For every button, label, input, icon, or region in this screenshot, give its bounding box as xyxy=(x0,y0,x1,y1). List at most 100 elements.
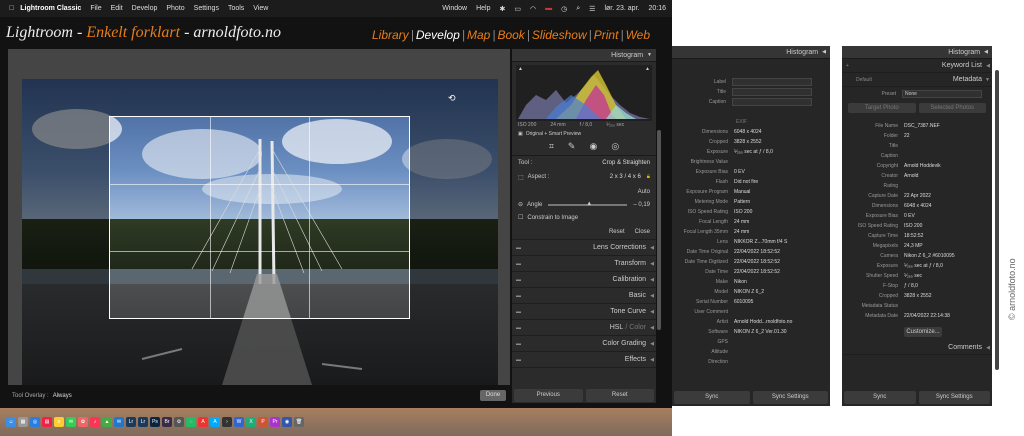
metadata-value[interactable]: ISO 200 xyxy=(904,223,922,229)
premiere-icon[interactable]: Pr xyxy=(270,417,280,427)
metadata-value[interactable]: Nikon Z 6_2 #6010095 xyxy=(904,253,955,259)
messages-icon[interactable]: ✉ xyxy=(66,417,76,427)
module-web[interactable]: Web xyxy=(626,28,650,42)
menu-develop[interactable]: Develop xyxy=(132,5,158,12)
menu-time[interactable]: 20:16 xyxy=(648,5,666,12)
menu-app-name[interactable]: Lightroom Classic xyxy=(20,5,81,12)
metadata-value[interactable]: 22/04/2022 22:14:38 xyxy=(904,313,950,319)
photoshop-icon[interactable]: Ps xyxy=(150,417,160,427)
title-field[interactable] xyxy=(732,88,812,96)
constrain-checkbox[interactable]: ☐ xyxy=(518,214,523,221)
previous-button[interactable]: Previous xyxy=(514,389,583,402)
module-map[interactable]: Map xyxy=(467,28,490,42)
histogram-header[interactable]: Histogram ▼ xyxy=(512,49,656,62)
sync-settings-button[interactable]: Sync Settings xyxy=(752,391,828,404)
color-label[interactable]: Color xyxy=(629,324,646,331)
angle-value[interactable]: – 0,19 xyxy=(633,202,650,208)
exif-histogram-header[interactable]: Histogram ◀ xyxy=(672,46,830,59)
zoom-icon[interactable]: ◉ xyxy=(282,417,292,427)
metadata-header[interactable]: Default Metadata ▼ xyxy=(842,73,992,87)
menu-window[interactable]: Window xyxy=(442,5,467,12)
metadata-value[interactable]: ƒ / 8,0 xyxy=(904,283,918,289)
metadata-value[interactable]: DSC_7387.NEF xyxy=(904,123,940,129)
panel-lens-corrections[interactable]: ▬ Lens Corrections ◀ xyxy=(512,240,656,256)
appstore-icon[interactable]: A xyxy=(210,417,220,427)
shadow-clip-icon[interactable]: ▲ xyxy=(518,66,523,72)
safari-icon[interactable]: ◎ xyxy=(30,417,40,427)
panel-calibration[interactable]: ▬ Calibration ◀ xyxy=(512,272,656,288)
crop-tool-icon[interactable]: ⌗ xyxy=(549,141,554,152)
lock-icon[interactable]: 🔒︎ xyxy=(647,174,650,181)
healing-brush-icon[interactable]: ✎ xyxy=(568,141,576,152)
wifi-icon[interactable]: ◠ xyxy=(530,5,536,13)
excel-icon[interactable]: X xyxy=(246,417,256,427)
acrobat-icon[interactable]: A xyxy=(198,417,208,427)
module-print[interactable]: Print xyxy=(594,28,619,42)
sync-settings-button[interactable]: Sync Settings xyxy=(918,391,990,404)
apple-icon[interactable]:  xyxy=(9,5,14,12)
panel-color-grading[interactable]: ▬ Color Grading ◀ xyxy=(512,336,656,352)
panel-hsl[interactable]: ▬ HSL / Color ◀ xyxy=(512,320,656,336)
settings-icon[interactable]: ⚙ xyxy=(174,417,184,427)
angle-slider[interactable]: ▲ xyxy=(548,201,628,207)
whatsapp-icon[interactable]: ◌ xyxy=(186,417,196,427)
music-icon[interactable]: ♪ xyxy=(90,417,100,427)
level-icon[interactable]: ⊖ xyxy=(518,201,523,208)
sync-button[interactable]: Sync xyxy=(844,391,916,404)
finder-icon[interactable]: ☺ xyxy=(6,417,16,427)
menu-help[interactable]: Help xyxy=(476,5,490,12)
panel-basic[interactable]: ▬ Basic ◀ xyxy=(512,288,656,304)
menu-file[interactable]: File xyxy=(90,5,101,12)
control-center-icon[interactable]: ☰ xyxy=(589,5,595,13)
search-icon[interactable]: ⌕ xyxy=(576,5,580,13)
notes-icon[interactable]: ≡ xyxy=(54,417,64,427)
trash-icon[interactable]: 🗑︎ xyxy=(294,417,304,427)
calendar-icon[interactable]: ▤ xyxy=(42,417,52,427)
keyword-list-header[interactable]: + Keyword List ◀ xyxy=(842,59,992,73)
menu-settings[interactable]: Settings xyxy=(194,5,219,12)
battery-icon[interactable]: ▭ xyxy=(514,5,521,13)
metadata-value[interactable]: 24,3 MP xyxy=(904,243,923,249)
menu-photo[interactable]: Photo xyxy=(166,5,184,12)
lightroom-classic-icon[interactable]: Lr xyxy=(138,417,148,427)
module-library[interactable]: Library xyxy=(372,28,409,42)
panel-scrollbar[interactable] xyxy=(657,130,661,330)
panel-tone-curve[interactable]: ▬ Tone Curve ◀ xyxy=(512,304,656,320)
reset-button[interactable]: Reset xyxy=(585,389,654,402)
meta-histogram-header[interactable]: Histogram ◀ xyxy=(842,46,992,59)
crop-frame[interactable] xyxy=(109,116,410,319)
masking-icon[interactable]: ◎ xyxy=(611,141,619,152)
word-icon[interactable]: W xyxy=(234,417,244,427)
clock-icon[interactable]: ◷ xyxy=(561,5,567,13)
module-slideshow[interactable]: Slideshow xyxy=(532,28,587,42)
metadata-value[interactable]: 22 Apr 2022 xyxy=(904,193,931,199)
metadata-value[interactable]: ⅟₂₅₀ sec at ƒ / 8,0 xyxy=(904,263,943,269)
label-field[interactable] xyxy=(732,78,812,86)
metadata-value[interactable]: 3828 x 2552 xyxy=(904,293,932,299)
hsl-label[interactable]: HSL xyxy=(610,324,624,331)
metadata-value[interactable]: 0 EV xyxy=(904,213,915,219)
metadata-value[interactable]: ⅟₂₅₀ sec xyxy=(904,273,922,279)
photo-canvas[interactable]: ⟲ xyxy=(22,79,498,385)
comments-header[interactable]: Comments ◀ xyxy=(842,341,992,355)
sync-button[interactable]: Sync xyxy=(674,391,750,404)
customize-button[interactable]: Customize... xyxy=(904,327,942,337)
lightroom-icon[interactable]: Lr xyxy=(126,417,136,427)
flag-icon[interactable]: ▬ xyxy=(545,5,552,12)
menu-tools[interactable]: Tools xyxy=(228,5,244,12)
red-eye-icon[interactable]: ◉ xyxy=(589,141,597,152)
maps-icon[interactable]: ▲ xyxy=(102,417,112,427)
aspect-select[interactable]: 2 x 3 / 4 x 6 xyxy=(610,174,641,180)
panel-transform[interactable]: ▬ Transform ◀ xyxy=(512,256,656,272)
done-button[interactable]: Done xyxy=(480,390,506,401)
mail-icon[interactable]: ✉ xyxy=(114,417,124,427)
metadata-value[interactable]: Arnold Hoddevik xyxy=(904,163,941,169)
tool-overlay-select[interactable]: Always xyxy=(53,393,72,399)
photos-icon[interactable]: ✿ xyxy=(78,417,88,427)
metadata-value[interactable]: 22 xyxy=(904,133,910,139)
highlight-clip-icon[interactable]: ▲ xyxy=(645,66,650,72)
panel-effects[interactable]: ▬ Effects ◀ xyxy=(512,352,656,368)
metadata-value[interactable]: Arnold xyxy=(904,173,918,179)
metadata-default-select[interactable]: Default xyxy=(856,77,872,83)
launchpad-icon[interactable]: ▦ xyxy=(18,417,28,427)
